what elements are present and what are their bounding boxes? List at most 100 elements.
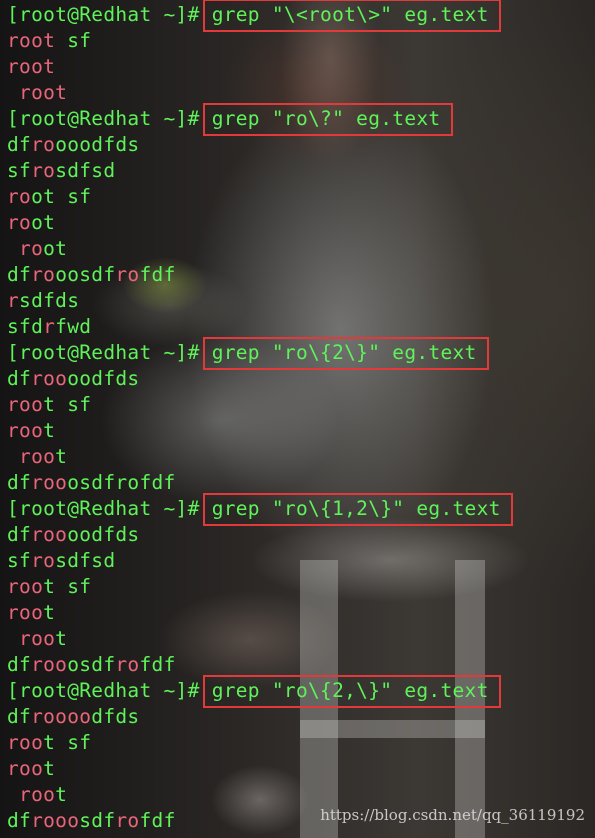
output-line: dfrooosdfrofdf [7,808,176,834]
output-text: t [55,627,68,650]
match-highlight: roo [31,367,68,390]
match-highlight: root [19,81,68,104]
output-text: t [55,445,68,468]
match-highlight: ro [19,237,44,260]
output-line: sfrosdfsd [7,548,115,574]
output-text: sfd [7,315,44,338]
match-highlight: ro [115,653,140,676]
match-highlight: r [43,315,56,338]
output-text: dfds [91,705,140,728]
match-highlight: rooo [31,809,80,832]
output-line: root sf [7,28,91,54]
output-line: dfroooodfds [7,522,139,548]
match-highlight: roo [31,653,68,676]
match-highlight: roo [19,627,56,650]
output-text: osdf [67,653,116,676]
output-line: root [7,444,67,470]
stool-rung [300,720,485,738]
match-highlight: roooo [31,705,92,728]
output-text: fwd [55,315,92,338]
shell-prompt: [root@Redhat ~]# [7,3,212,26]
output-line: sfdrfwd [7,314,91,340]
output-line: root [7,782,67,808]
match-highlight: roo [31,471,68,494]
output-text: oodfds [67,367,140,390]
output-text: sdfds [19,289,80,312]
output-text: df [7,653,32,676]
output-text: t [43,419,56,442]
output-text: oodfds [67,523,140,546]
shell-prompt: [root@Redhat ~]# [7,497,212,520]
output-text: ooodfds [55,133,140,156]
output-text: t sf [43,731,92,754]
output-text: sf [55,29,92,52]
output-line: dfroooodfds [7,366,139,392]
output-text: ot sf [31,185,92,208]
match-highlight: ro [7,211,32,234]
output-text: df [7,471,32,494]
match-highlight: roo [7,575,44,598]
output-line: rsdfds [7,288,79,314]
output-text: t sf [43,393,92,416]
command-highlight-box [203,337,489,370]
match-highlight: roo [7,731,44,754]
output-line: root sf [7,574,91,600]
output-text: fdf [139,653,176,676]
output-line: root sf [7,730,91,756]
match-highlight: roo [7,393,44,416]
output-line: root [7,626,67,652]
output-text: sdfsd [55,549,116,572]
watermark: https://blog.csdn.net/qq_36119192 [320,806,585,824]
shell-prompt: [root@Redhat ~]# [7,679,212,702]
output-text: df [7,367,32,390]
output-text: df [7,809,32,832]
output-line: root [7,236,67,262]
output-line: root [7,756,55,782]
output-line: dfroooodfds [7,704,139,730]
match-highlight: ro [31,159,56,182]
command-highlight-box [203,493,513,526]
output-text: t [43,601,56,624]
match-highlight: root [7,29,56,52]
output-line: dfroooodfds [7,132,139,158]
match-highlight: ro [31,133,56,156]
match-highlight: roo [19,445,56,468]
shell-prompt: [root@Redhat ~]# [7,341,212,364]
output-line: root sf [7,392,91,418]
output-line: root [7,418,55,444]
output-line: dfrooosdfrofdf [7,262,176,288]
shell-prompt: [root@Redhat ~]# [7,107,212,130]
match-highlight: ro [115,263,140,286]
match-highlight: roo [7,419,44,442]
output-text: osdfrofdf [67,471,176,494]
output-line: root sf [7,184,91,210]
output-text: oosdf [55,263,116,286]
output-line: root [7,210,55,236]
output-text: fdf [139,809,176,832]
match-highlight: ro [115,809,140,832]
output-line: dfrooosdfrofdf [7,470,176,496]
output-text: t [43,757,56,780]
output-line: root [7,80,67,106]
match-highlight: roo [31,523,68,546]
match-highlight: r [7,289,20,312]
output-line: root [7,600,55,626]
match-highlight: ro [31,549,56,572]
output-text: ot [31,211,56,234]
match-highlight: roo [19,783,56,806]
output-line: dfrooosdfrofdf [7,652,176,678]
output-text: df [7,523,32,546]
match-highlight: roo [7,757,44,780]
output-text: df [7,263,32,286]
output-text: sf [7,159,32,182]
output-line: sfrosdfsd [7,158,115,184]
output-text: fdf [139,263,176,286]
output-line: root [7,54,55,80]
output-text: ot [43,237,68,260]
command-highlight-box [203,675,501,708]
match-highlight: ro [7,185,32,208]
